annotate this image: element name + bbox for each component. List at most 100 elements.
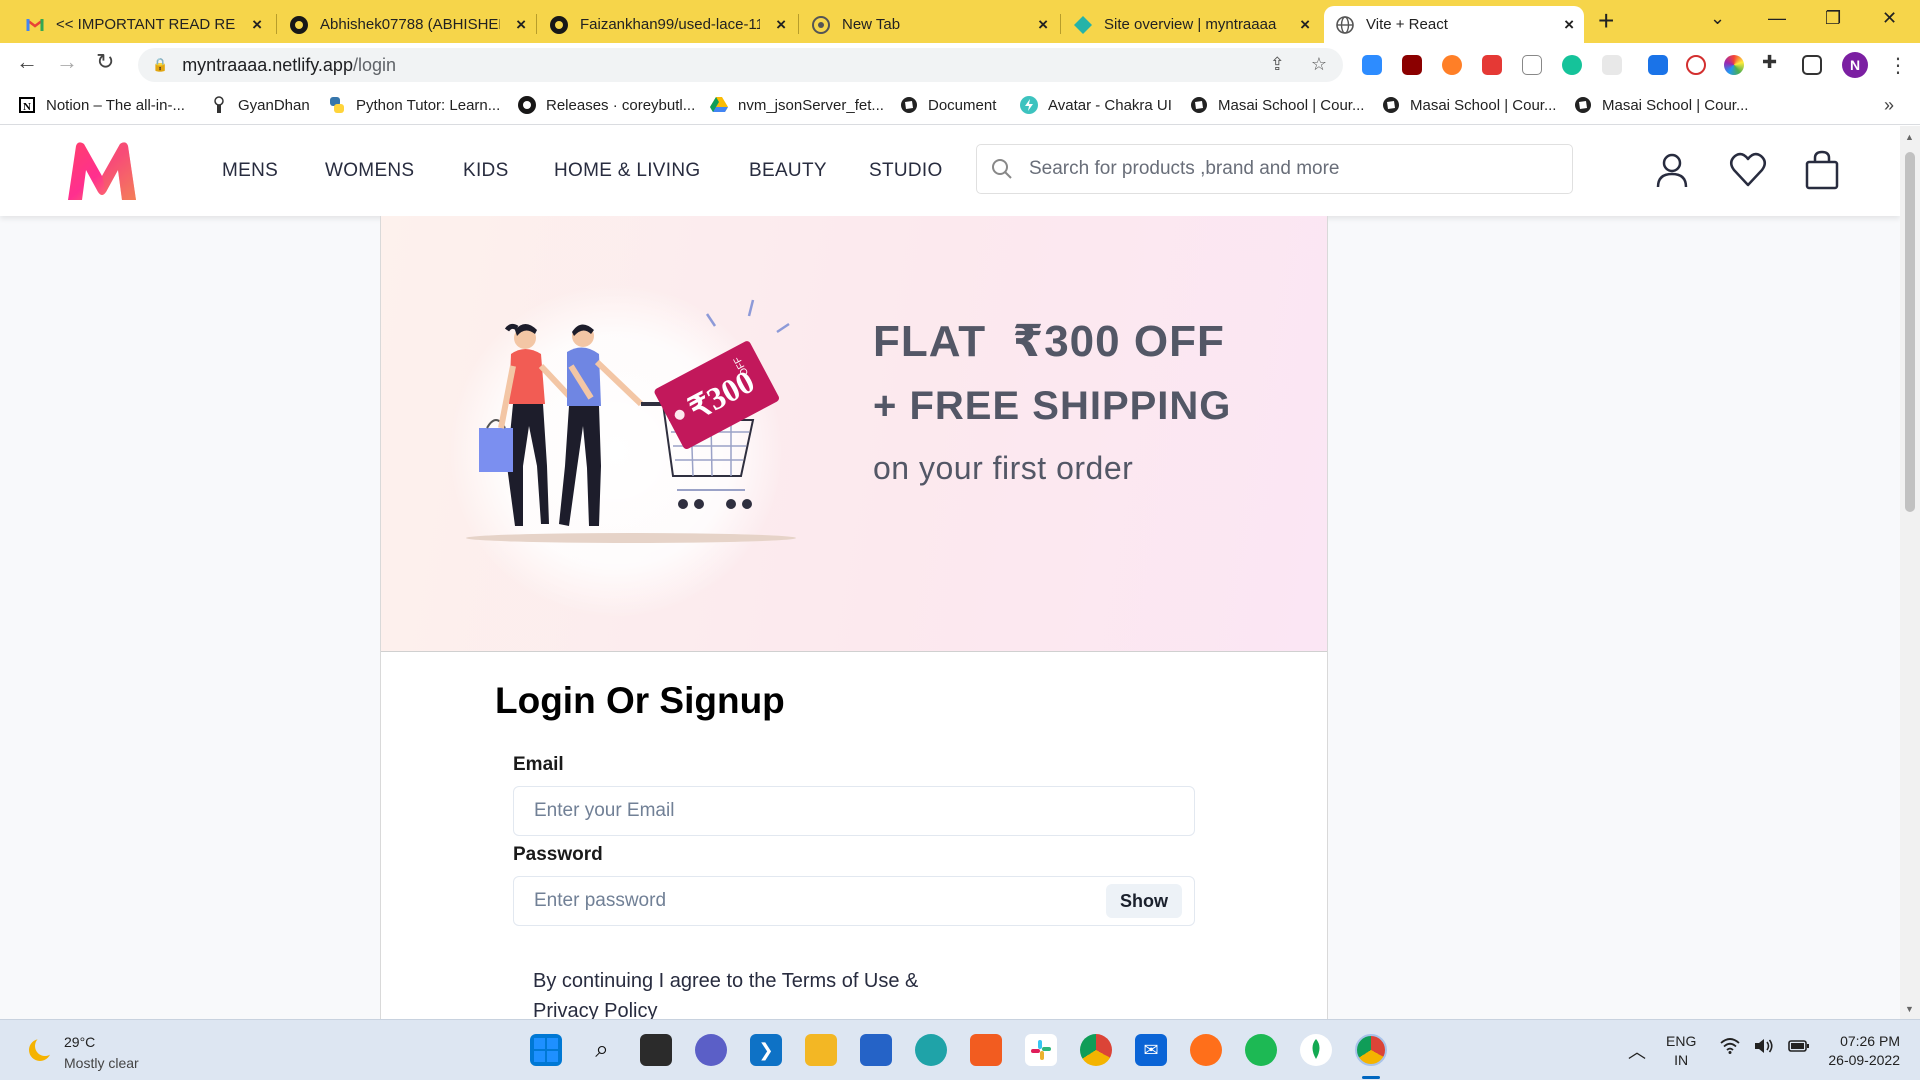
tab-github-abhishek[interactable]: Abhishek07788 (ABHISHEK × xyxy=(278,6,536,43)
search-input[interactable] xyxy=(1029,158,1549,180)
extension-icon[interactable] xyxy=(1442,55,1462,75)
offer-headline: FLAT ₹300 OFF xyxy=(873,317,1225,366)
color-picker-extension-icon[interactable] xyxy=(1724,55,1744,75)
back-button[interactable]: ← xyxy=(16,49,38,75)
side-panel-icon[interactable] xyxy=(1802,55,1822,75)
bookmark-item[interactable]: Masai School | Cour... xyxy=(1190,96,1364,114)
nav-kids[interactable]: KIDS xyxy=(463,160,509,182)
bookmark-item[interactable]: Document xyxy=(900,96,996,114)
minimize-button[interactable]: — xyxy=(1768,8,1786,29)
url-text[interactable]: myntraaaa.netlify.app/login xyxy=(182,55,396,76)
browser-menu-icon[interactable]: ⋮ xyxy=(1888,53,1908,78)
volume-icon[interactable] xyxy=(1754,1038,1774,1059)
zoom-extension-icon[interactable] xyxy=(1362,55,1382,75)
pokeball-extension-icon[interactable] xyxy=(1686,55,1706,75)
bookmark-item[interactable]: Releases · coreybutl... xyxy=(518,96,695,114)
password-input[interactable] xyxy=(534,890,1074,912)
tab-netlify[interactable]: Site overview | myntraaaa × xyxy=(1062,6,1320,43)
brave-icon[interactable] xyxy=(970,1034,1002,1066)
file-explorer-icon[interactable] xyxy=(805,1034,837,1066)
close-icon[interactable]: × xyxy=(776,15,786,35)
tab-gmail[interactable]: << IMPORTANT READ REQ × xyxy=(14,6,272,43)
bookmark-item[interactable]: GyanDhan xyxy=(210,96,310,114)
weather-description[interactable]: Mostly clear xyxy=(64,1055,139,1071)
page-title: Login Or Signup xyxy=(495,680,785,721)
wishlist-heart-icon[interactable] xyxy=(1728,150,1768,190)
tab-vite-react[interactable]: Vite + React × xyxy=(1324,6,1584,43)
restore-button[interactable]: ❐ xyxy=(1825,8,1841,29)
scroll-down-icon[interactable]: ▼ xyxy=(1905,1004,1914,1014)
forward-button[interactable]: → xyxy=(56,49,78,75)
chevron-up-icon[interactable]: ︿ xyxy=(1628,1038,1646,1064)
profile-icon[interactable] xyxy=(1652,150,1692,190)
bookmark-item[interactable]: N Notion – The all-in-... xyxy=(18,96,185,114)
microsoft-store-icon[interactable] xyxy=(860,1034,892,1066)
nav-home-living[interactable]: HOME & LIVING xyxy=(554,160,700,182)
scroll-up-icon[interactable]: ▲ xyxy=(1905,132,1914,142)
chat-icon[interactable] xyxy=(695,1034,727,1066)
extension-icon[interactable] xyxy=(1482,55,1502,75)
tab-github-faizankhan[interactable]: Faizankhan99/used-lace-11 × xyxy=(538,6,796,43)
edge-icon[interactable] xyxy=(915,1034,947,1066)
text-extension-icon[interactable] xyxy=(1522,55,1542,75)
tab-new-tab[interactable]: New Tab × xyxy=(800,6,1058,43)
close-icon[interactable]: × xyxy=(1038,15,1048,35)
puzzle-extensions-icon[interactable]: ✚ xyxy=(1762,52,1782,72)
email-field[interactable] xyxy=(513,786,1195,836)
bookmarks-overflow-icon[interactable]: » xyxy=(1884,95,1894,116)
tab-search-chevron-icon[interactable]: ⌄ xyxy=(1710,8,1725,29)
moon-weather-icon[interactable] xyxy=(26,1036,54,1064)
postman-icon[interactable] xyxy=(1190,1034,1222,1066)
extension-icon[interactable] xyxy=(1602,55,1622,75)
show-password-button[interactable]: Show xyxy=(1106,884,1182,918)
close-icon[interactable]: × xyxy=(252,15,262,35)
terms-text: By continuing I agree to the Terms of Us… xyxy=(533,970,919,1019)
ublock-extension-icon[interactable] xyxy=(1402,55,1422,75)
mail-icon[interactable]: ✉ xyxy=(1135,1034,1167,1066)
extension-icon[interactable] xyxy=(1648,55,1668,75)
close-window-button[interactable]: ✕ xyxy=(1882,8,1897,29)
system-clock[interactable]: 07:26 PM 26-09-2022 xyxy=(1812,1032,1900,1070)
myntra-logo[interactable] xyxy=(62,140,142,202)
nav-mens[interactable]: MENS xyxy=(222,160,278,182)
shopping-bag-icon[interactable] xyxy=(1802,150,1842,190)
search-bar[interactable] xyxy=(976,144,1573,194)
nav-beauty[interactable]: BEAUTY xyxy=(749,160,827,182)
page-scrollbar[interactable]: ▲ ▼ xyxy=(1900,126,1920,1019)
bookmark-item[interactable]: Masai School | Cour... xyxy=(1382,96,1556,114)
bookmark-item[interactable]: nvm_jsonServer_fet... xyxy=(710,96,884,114)
search-icon[interactable]: ⌕ xyxy=(586,1034,618,1066)
battery-icon[interactable] xyxy=(1788,1038,1810,1059)
nav-studio[interactable]: STUDIO xyxy=(869,160,943,182)
vscode-icon[interactable]: ❯ xyxy=(750,1034,782,1066)
task-view-icon[interactable] xyxy=(640,1034,672,1066)
grammarly-extension-icon[interactable] xyxy=(1562,55,1582,75)
bookmark-item[interactable]: Python Tutor: Learn... xyxy=(328,96,500,114)
weather-temperature[interactable]: 29°C xyxy=(64,1034,95,1050)
chrome-icon[interactable] xyxy=(1080,1034,1112,1066)
scroll-thumb[interactable] xyxy=(1905,152,1915,512)
email-input[interactable] xyxy=(534,800,1074,822)
profile-avatar[interactable]: N xyxy=(1842,52,1868,78)
bookmark-item[interactable]: Masai School | Cour... xyxy=(1574,96,1748,114)
mongodb-compass-icon[interactable] xyxy=(1300,1034,1332,1066)
bookmark-star-icon[interactable]: ☆ xyxy=(1311,54,1327,75)
close-icon[interactable]: × xyxy=(516,15,526,35)
lock-icon[interactable]: 🔒 xyxy=(152,57,168,73)
close-icon[interactable]: × xyxy=(1564,15,1574,35)
address-bar[interactable]: 🔒 myntraaaa.netlify.app/login ⇪ ☆ xyxy=(138,48,1343,82)
reload-button[interactable]: ↻ xyxy=(96,49,114,75)
nav-womens[interactable]: WOMENS xyxy=(325,160,414,182)
slack-icon[interactable] xyxy=(1025,1034,1057,1066)
close-icon[interactable]: × xyxy=(1300,15,1310,35)
new-tab-button[interactable]: + xyxy=(1598,6,1614,36)
spotify-icon[interactable] xyxy=(1245,1034,1277,1066)
bookmark-item[interactable]: Avatar - Chakra UI xyxy=(1020,96,1172,114)
share-icon[interactable]: ⇪ xyxy=(1270,54,1285,75)
wifi-icon[interactable] xyxy=(1720,1038,1740,1059)
globe-icon xyxy=(1382,96,1400,114)
windows-start-icon[interactable] xyxy=(530,1034,562,1066)
password-field[interactable]: Show xyxy=(513,876,1195,926)
language-indicator[interactable]: ENG IN xyxy=(1666,1032,1696,1070)
chrome-profile-icon[interactable] xyxy=(1355,1034,1387,1066)
